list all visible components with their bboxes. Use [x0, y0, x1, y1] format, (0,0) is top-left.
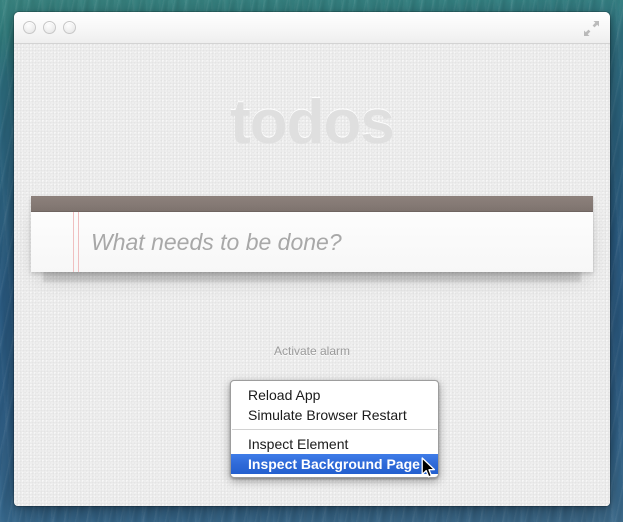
- app-window: todos Activate alarm Reload App Simulate…: [14, 12, 610, 506]
- todo-app-body: todos Activate alarm Reload App Simulate…: [14, 44, 610, 506]
- menu-item-inspect-element[interactable]: Inspect Element: [231, 434, 438, 454]
- window-titlebar[interactable]: [14, 12, 610, 44]
- notebook-margin-line: [73, 212, 74, 272]
- new-todo-card: [31, 196, 593, 272]
- todo-card-header-bar: [31, 196, 593, 212]
- menu-item-reload-app[interactable]: Reload App: [231, 385, 438, 405]
- activate-alarm-label[interactable]: Activate alarm: [14, 344, 610, 358]
- new-todo-input-wrapper[interactable]: [31, 212, 593, 272]
- menu-item-simulate-browser-restart[interactable]: Simulate Browser Restart: [231, 405, 438, 425]
- new-todo-input[interactable]: [91, 212, 581, 272]
- page-title: todos: [14, 44, 610, 154]
- notebook-margin-line: [78, 212, 79, 272]
- menu-item-inspect-background-page[interactable]: Inspect Background Page: [231, 454, 438, 474]
- minimize-button[interactable]: [43, 21, 56, 34]
- expand-arrows-icon[interactable]: [583, 20, 600, 37]
- menu-separator: [232, 429, 437, 430]
- close-button[interactable]: [23, 21, 36, 34]
- zoom-button[interactable]: [63, 21, 76, 34]
- context-menu[interactable]: Reload App Simulate Browser Restart Insp…: [230, 380, 439, 478]
